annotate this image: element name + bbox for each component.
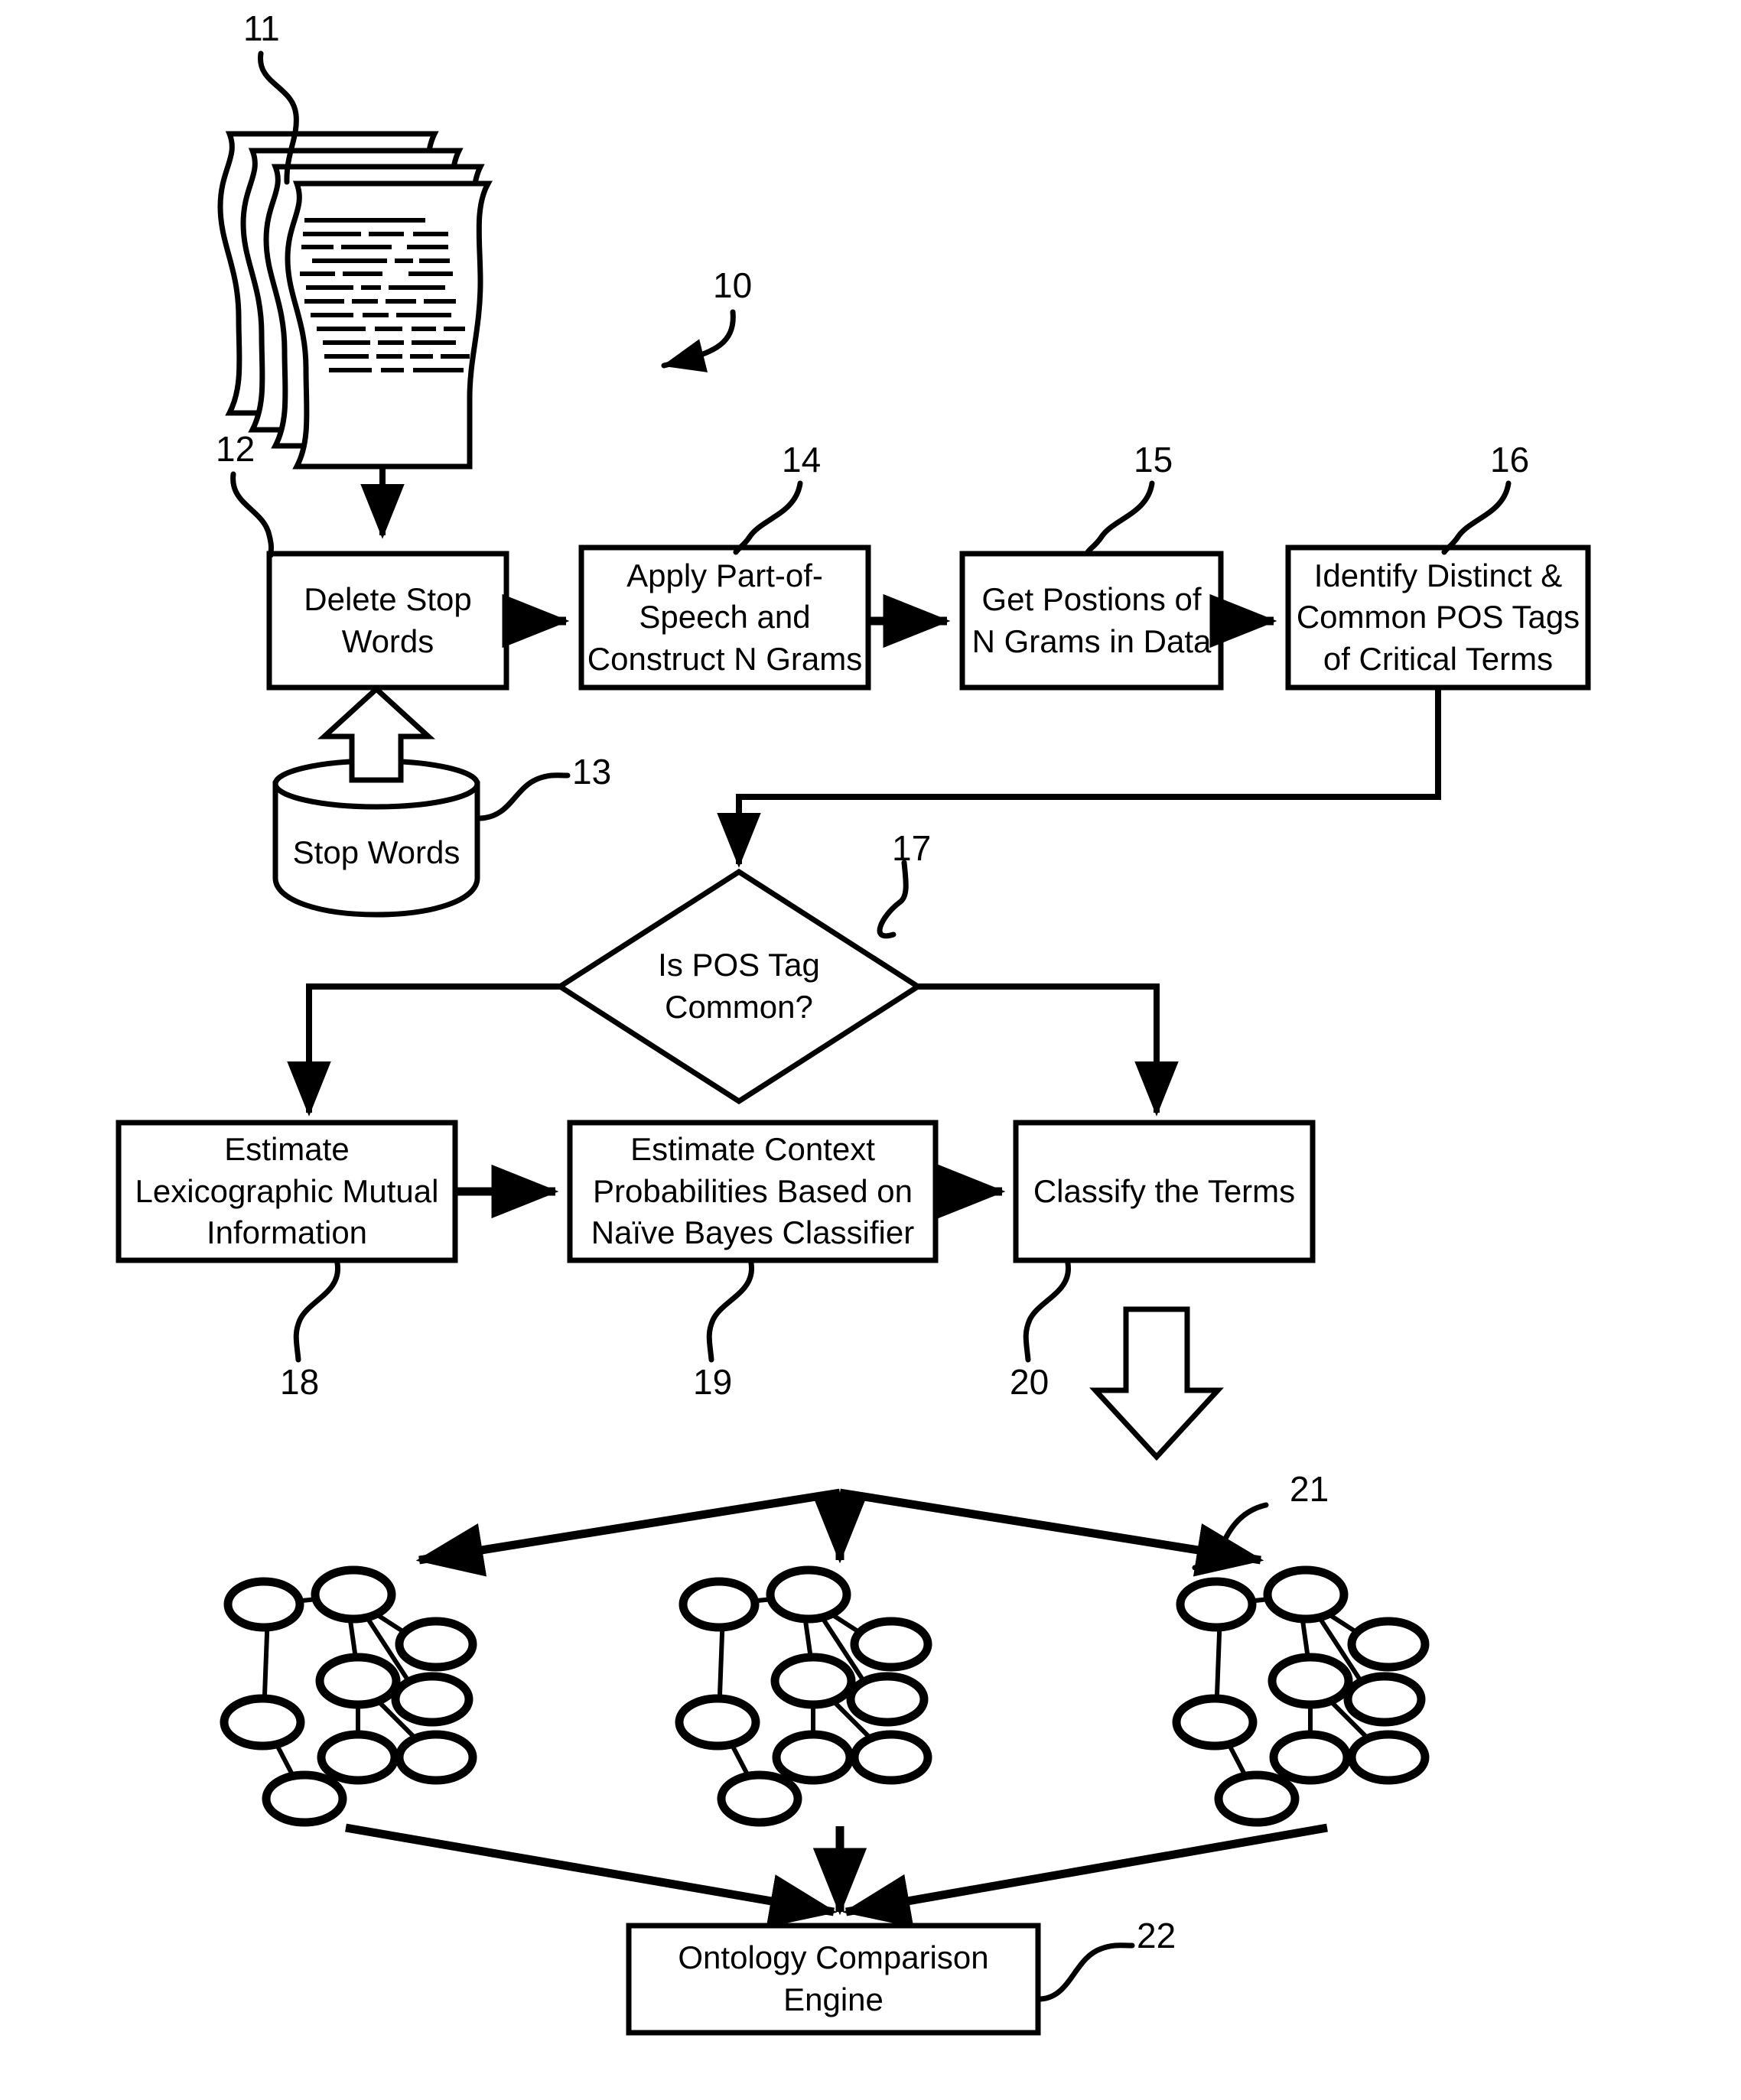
- ref-numeral-12: 12: [216, 429, 255, 469]
- ontology-graph-1[interactable]: [220, 1565, 477, 1827]
- box-get-positions[interactable]: [959, 551, 1224, 691]
- leader-line-14: [733, 480, 803, 555]
- box-estimate-lmi[interactable]: [116, 1120, 458, 1263]
- ontology-graph-3[interactable]: [1172, 1565, 1430, 1827]
- document-stack-icon: [217, 131, 493, 470]
- fanin-right: [842, 1823, 1328, 1928]
- ref-numeral-22: 22: [1137, 1916, 1176, 1955]
- edge-16-to-decision: [717, 689, 1441, 868]
- ref-numeral-16: 16: [1490, 440, 1530, 479]
- box-ontology-comparison-engine[interactable]: [626, 1923, 1041, 2036]
- leader-line-19: [706, 1260, 754, 1363]
- ontology-graph-2[interactable]: [675, 1565, 932, 1827]
- ref-numeral-14: 14: [782, 440, 822, 479]
- fanout-left: [415, 1488, 841, 1577]
- ref-numeral-11: 11: [243, 8, 280, 48]
- box-classify-terms[interactable]: [1013, 1120, 1316, 1263]
- leader-line-13: [477, 772, 571, 821]
- ref-numeral-21: 21: [1290, 1469, 1329, 1509]
- edge-decision-to-estimate-lmi: [287, 983, 560, 1117]
- decision-diamond-pos-tag[interactable]: [555, 868, 923, 1105]
- database-cylinder-stop-words[interactable]: [272, 758, 480, 918]
- patent-figure: 11 10 12 14 15 16 13 17 18 19 20 21 22 D…: [0, 0, 1741, 2100]
- box-estimate-context[interactable]: [567, 1120, 939, 1263]
- ref-numeral-18: 18: [280, 1362, 320, 1402]
- fanin-left: [345, 1823, 838, 1928]
- edge-decision-to-classify: [918, 983, 1179, 1117]
- box-apply-pos[interactable]: [578, 545, 871, 691]
- leader-line-12: [230, 471, 274, 558]
- leader-line-22: [1037, 1942, 1135, 2002]
- ref-numeral-17: 17: [892, 828, 932, 868]
- leader-line-15: [1085, 480, 1155, 555]
- block-arrow-classify-to-ontologies: [1089, 1306, 1224, 1461]
- leader-line-16: [1441, 480, 1512, 555]
- ref-numeral-10: 10: [713, 265, 753, 305]
- ref-numeral-15: 15: [1134, 440, 1173, 479]
- leader-line-17: [877, 860, 909, 939]
- fanout-right: [839, 1488, 1264, 1577]
- leader-line-20: [1023, 1260, 1071, 1363]
- ref-numeral-13: 13: [572, 752, 612, 792]
- box-identify-tags[interactable]: [1285, 545, 1591, 691]
- box-delete-stop-words[interactable]: [266, 551, 509, 691]
- ref-numeral-20: 20: [1010, 1362, 1049, 1402]
- leader-line-18: [293, 1260, 340, 1363]
- leader-line-10: [661, 309, 736, 372]
- ref-numeral-19: 19: [693, 1362, 733, 1402]
- figure-canvas: [116, 50, 1591, 2036]
